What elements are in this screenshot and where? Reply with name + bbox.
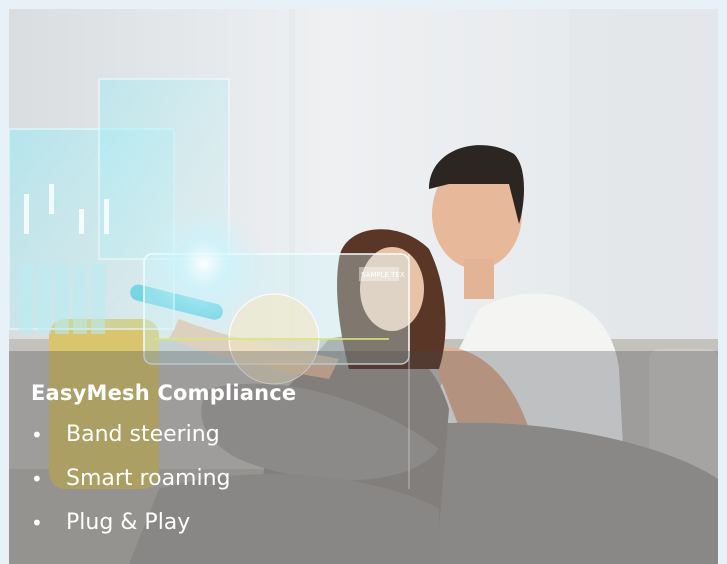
hologram-label: SAMPLE TEX xyxy=(361,271,405,279)
list-item: • Band steering xyxy=(31,413,296,457)
list-item: • Plug & Play xyxy=(31,501,296,545)
bullet-icon: • xyxy=(31,511,43,535)
feature-band-steering: Band steering xyxy=(66,422,220,447)
feature-list: • Band steering • Smart roaming • Plug &… xyxy=(31,413,296,545)
feature-caption: EasyMesh Compliance • Band steering • Sm… xyxy=(31,381,296,545)
feature-smart-roaming: Smart roaming xyxy=(66,466,231,491)
caption-title: EasyMesh Compliance xyxy=(31,381,297,405)
bullet-icon: • xyxy=(31,467,43,491)
bullet-icon: • xyxy=(31,423,43,447)
hero-image: SAMPLE TEX EasyMesh Compliance • Band st… xyxy=(9,9,718,564)
list-item: • Smart roaming xyxy=(31,457,296,501)
feature-plug-and-play: Plug & Play xyxy=(66,510,191,535)
